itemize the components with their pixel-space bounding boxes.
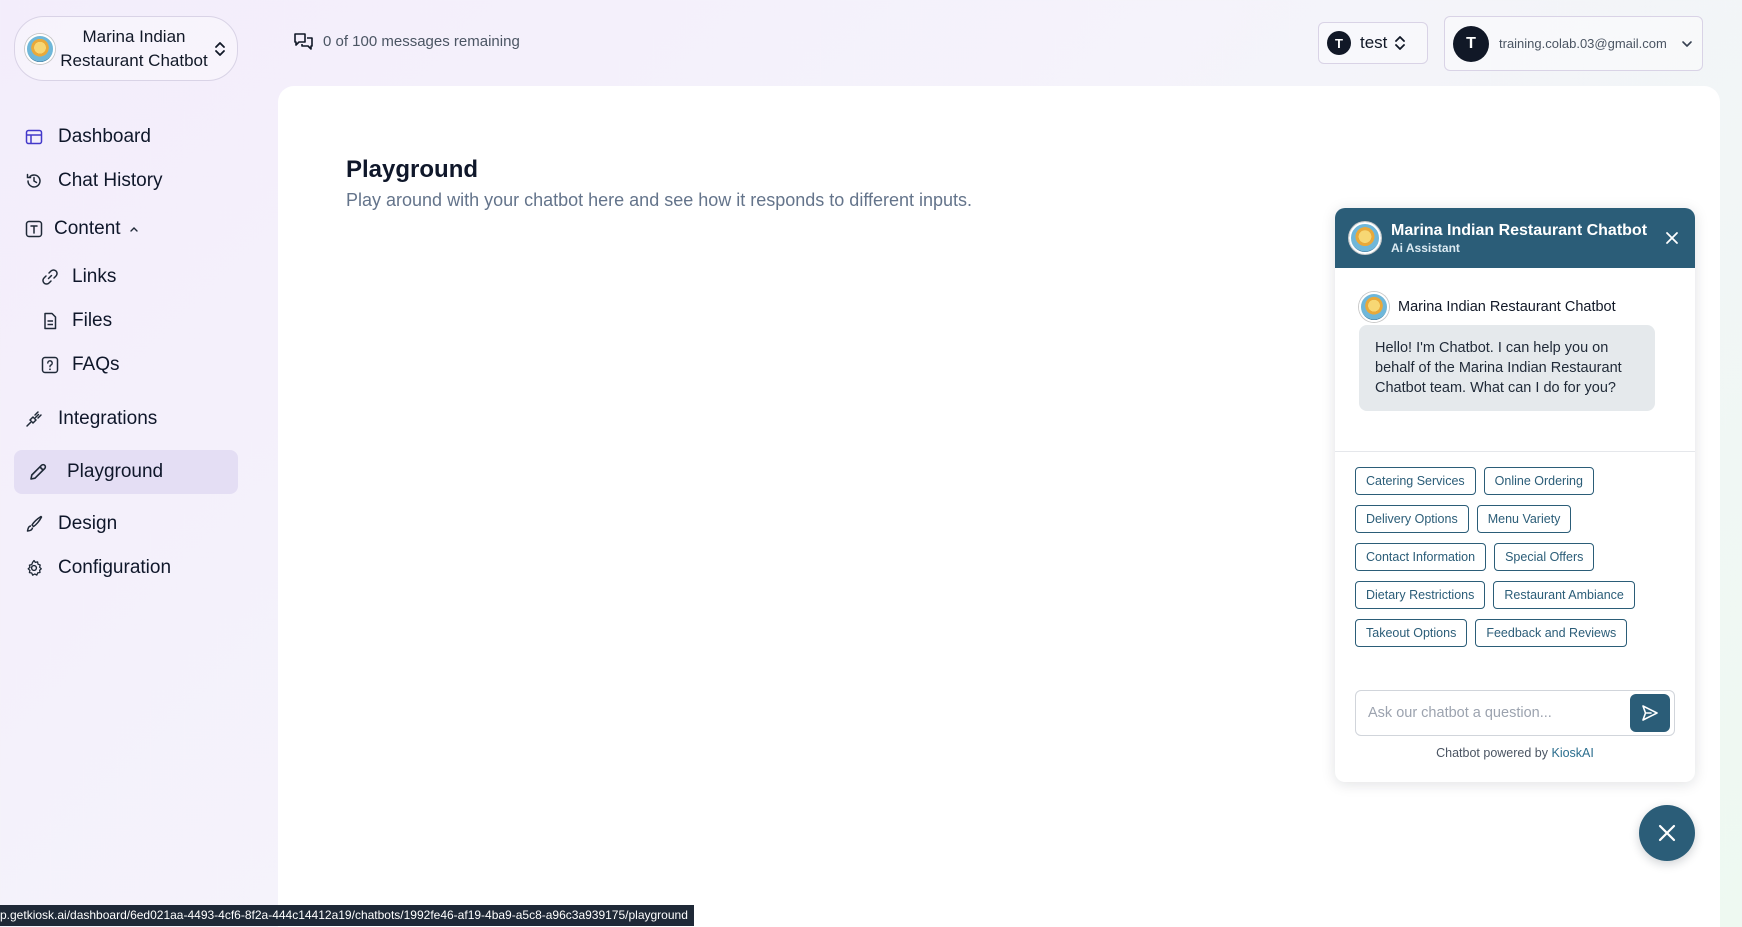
close-icon[interactable] [1663,229,1681,247]
sidebar-item-chat-history[interactable]: Chat History [14,159,238,203]
sidebar-item-links[interactable]: Links [14,255,238,299]
chat-title: Marina Indian Restaurant Chatbot [1391,221,1648,239]
sidebar-item-label: Content [54,218,121,239]
suggestion-chips: Catering Services Online Ordering Delive… [1355,467,1685,657]
account-menu[interactable]: T training.colab.03@gmail.com [1444,16,1703,71]
sidebar-item-label: Playground [67,461,164,482]
layout-icon [24,127,44,147]
sidebar-item-configuration[interactable]: Configuration [14,546,238,590]
link-icon [40,267,60,287]
message-quota: 0 of 100 messages remaining [293,32,520,51]
chat-launcher-button[interactable] [1639,805,1695,861]
suggestion-chip[interactable]: Takeout Options [1355,619,1468,647]
sidebar-item-label: Chat History [58,170,163,191]
chatbot-logo-icon [1349,222,1381,254]
sidebar-item-files[interactable]: Files [14,299,238,343]
powered-by-text: Chatbot powered by [1436,746,1552,760]
sidebar-item-label: Files [72,310,113,331]
account-avatar: T [1453,25,1489,62]
page-title: Playground [346,156,479,183]
sidebar-item-faqs[interactable]: FAQs [14,343,238,387]
powered-by: Chatbot powered by KioskAI [1335,746,1695,760]
bot-label: Marina Indian Restaurant Chatbot [1398,299,1616,315]
send-icon [1642,705,1658,721]
sidebar-item-label: Design [58,513,118,534]
bot-message-header: Marina Indian Restaurant Chatbot [1359,292,1616,322]
status-bar-url: p.getkiosk.ai/dashboard/6ed021aa-4493-4c… [0,905,694,926]
suggestion-chip[interactable]: Special Offers [1494,543,1595,571]
workspace-name: test [1360,33,1388,52]
plug-icon [24,409,44,429]
workspace-avatar: T [1327,31,1351,55]
text-box-icon [24,219,44,239]
workspace-switcher[interactable]: T test [1318,22,1428,64]
powered-by-link[interactable]: KioskAI [1551,746,1593,760]
suggestion-chip[interactable]: Feedback and Reviews [1475,619,1628,647]
sidebar-item-label: Configuration [58,557,172,578]
suggestion-chip[interactable]: Online Ordering [1483,467,1594,495]
chat-input-box [1355,690,1675,736]
suggestion-chip[interactable]: Contact Information [1355,543,1487,571]
suggestion-chip[interactable]: Restaurant Ambiance [1493,581,1635,609]
sidebar-item-label: Dashboard [58,126,151,147]
chevron-up-down-icon [215,41,225,56]
chat-input[interactable] [1368,705,1630,721]
chat-header: Marina Indian Restaurant Chatbot Ai Assi… [1335,208,1695,268]
send-button[interactable] [1630,694,1670,732]
message-quota-text: 0 of 100 messages remaining [323,33,520,50]
chatbot-logo-icon [25,33,55,64]
chatbot-switcher[interactable]: Marina Indian Restaurant Chatbot [14,16,238,81]
page-subtitle: Play around with your chatbot here and s… [346,190,973,210]
gear-icon [24,558,44,578]
suggestion-chip[interactable]: Delivery Options [1355,505,1469,533]
sidebar-item-label: Integrations [58,408,158,429]
brush-icon [24,514,44,534]
chatbot-avatar-icon [1359,292,1389,322]
file-icon [40,311,60,331]
chatbot-name: Marina Indian Restaurant Chatbot [60,26,208,70]
chevron-down-icon [1682,40,1692,47]
sidebar-item-playground[interactable]: Playground [14,450,238,494]
sidebar-item-label: Links [72,266,117,287]
suggestion-chip[interactable]: Dietary Restrictions [1355,581,1486,609]
sidebar-item-label: FAQs [72,354,120,375]
sidebar-item-dashboard[interactable]: Dashboard [14,115,238,159]
account-email: training.colab.03@gmail.com [1499,36,1667,51]
sidebar-item-content[interactable]: Content [14,207,238,251]
pencil-icon [28,462,48,482]
divider [1335,451,1695,452]
history-icon [24,171,44,191]
suggestion-chip[interactable]: Menu Variety [1476,505,1572,533]
messages-icon [294,33,313,50]
chat-widget: Marina Indian Restaurant Chatbot Ai Assi… [1335,208,1695,782]
suggestion-chip[interactable]: Catering Services [1355,467,1476,495]
sidebar-item-design[interactable]: Design [14,502,238,546]
question-box-icon [40,355,60,375]
bot-greeting-message: Hello! I'm Chatbot. I can help you on be… [1359,325,1655,411]
chat-subtitle: Ai Assistant [1391,240,1460,255]
chevron-up-icon [129,227,138,232]
chevron-up-down-icon [1395,36,1406,50]
sidebar-item-integrations[interactable]: Integrations [14,397,238,441]
close-icon [1658,824,1676,842]
